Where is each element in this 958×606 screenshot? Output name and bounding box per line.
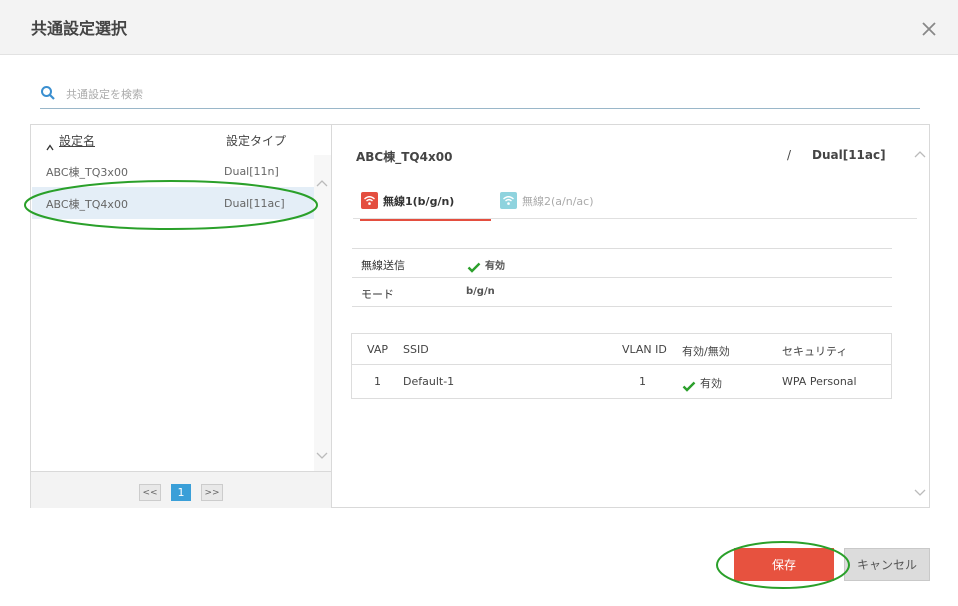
list-item[interactable]: ABC棟_TQ3x00 Dual[11n] (32, 155, 314, 187)
list-item-type: Dual[11n] (224, 165, 279, 178)
list-header: 設定名 設定タイプ (31, 125, 331, 155)
content-panel: 設定名 設定タイプ ABC棟_TQ3x00 Dual[11n] ABC棟_TQ4… (30, 124, 930, 508)
cancel-button[interactable]: キャンセル (844, 548, 930, 581)
vap-divider (352, 364, 891, 365)
list-scrollbar[interactable] (314, 155, 331, 471)
dialog-header: 共通設定選択 (0, 0, 958, 55)
status-value: 有効 (485, 261, 505, 272)
list-item-name: ABC棟_TQ3x00 (46, 166, 128, 179)
vap-col-enabled: 有効/無効 (682, 345, 730, 358)
status-row: モード b/g/n (352, 277, 892, 306)
search-input[interactable] (64, 82, 908, 106)
save-button[interactable]: 保存 (734, 548, 834, 581)
detail-name: ABC棟_TQ4x00 (356, 150, 453, 164)
check-icon (467, 258, 481, 273)
vap-table: VAP SSID VLAN ID 有効/無効 セキュリティ 1 Default-… (351, 333, 892, 399)
status-label: モード (361, 288, 394, 301)
wifi-icon (500, 192, 517, 209)
tab-radio-1[interactable]: 無線1(b/g/n) (360, 187, 491, 221)
list-item-selected[interactable]: ABC棟_TQ4x00 Dual[11ac] (32, 187, 314, 219)
pagination: << 1 >> (31, 471, 331, 508)
settings-list: 設定名 設定タイプ ABC棟_TQ3x00 Dual[11n] ABC棟_TQ4… (31, 125, 332, 508)
chevron-up-icon[interactable] (914, 143, 926, 158)
column-header-type: 設定タイプ (226, 134, 287, 148)
wifi-icon (361, 192, 378, 209)
tab-radio-2-label: 無線2(a/n/ac) (522, 195, 594, 208)
check-icon (682, 377, 696, 392)
prev-page-button[interactable]: << (139, 484, 161, 501)
status-row: 無線送信 有効 (352, 249, 892, 277)
list-item-name: ABC棟_TQ4x00 (46, 198, 128, 211)
search-bar (40, 80, 920, 109)
vap-cell-ssid: Default-1 (403, 375, 455, 388)
vap-col-vap: VAP (367, 343, 388, 356)
search-icon (40, 85, 56, 101)
vap-col-ssid: SSID (403, 343, 429, 356)
close-icon[interactable] (918, 18, 940, 40)
tab-radio-2[interactable]: 無線2(a/n/ac) (499, 187, 609, 219)
detail-separator: / (787, 148, 792, 162)
chevron-up-icon[interactable] (316, 172, 328, 187)
page-1-button[interactable]: 1 (171, 484, 191, 501)
dialog-title: 共通設定選択 (31, 19, 128, 38)
detail-type: Dual[11ac] (812, 148, 886, 162)
status-label: 無線送信 (361, 259, 405, 272)
list-item-type: Dual[11ac] (224, 197, 285, 210)
vap-cell-vap: 1 (374, 375, 381, 388)
column-header-name[interactable]: 設定名 (59, 132, 95, 149)
vap-cell-enabled: 有効 (700, 377, 722, 390)
detail-pane: ABC棟_TQ4x00 / Dual[11ac] 無線1(b/g/n) 無線2(… (331, 125, 929, 507)
vap-col-security: セキュリティ (782, 345, 848, 358)
vap-col-vlan: VLAN ID (622, 343, 667, 356)
status-value: b/g/n (466, 286, 495, 297)
chevron-down-icon[interactable] (914, 482, 926, 496)
chevron-down-icon[interactable] (316, 445, 328, 459)
status-table: 無線送信 有効 モード b/g/n (352, 248, 892, 307)
sort-up-icon[interactable] (46, 136, 54, 151)
vap-cell-security: WPA Personal (782, 375, 857, 388)
next-page-button[interactable]: >> (201, 484, 223, 501)
vap-cell-vlan: 1 (639, 375, 646, 388)
tab-radio-1-label: 無線1(b/g/n) (383, 195, 455, 208)
